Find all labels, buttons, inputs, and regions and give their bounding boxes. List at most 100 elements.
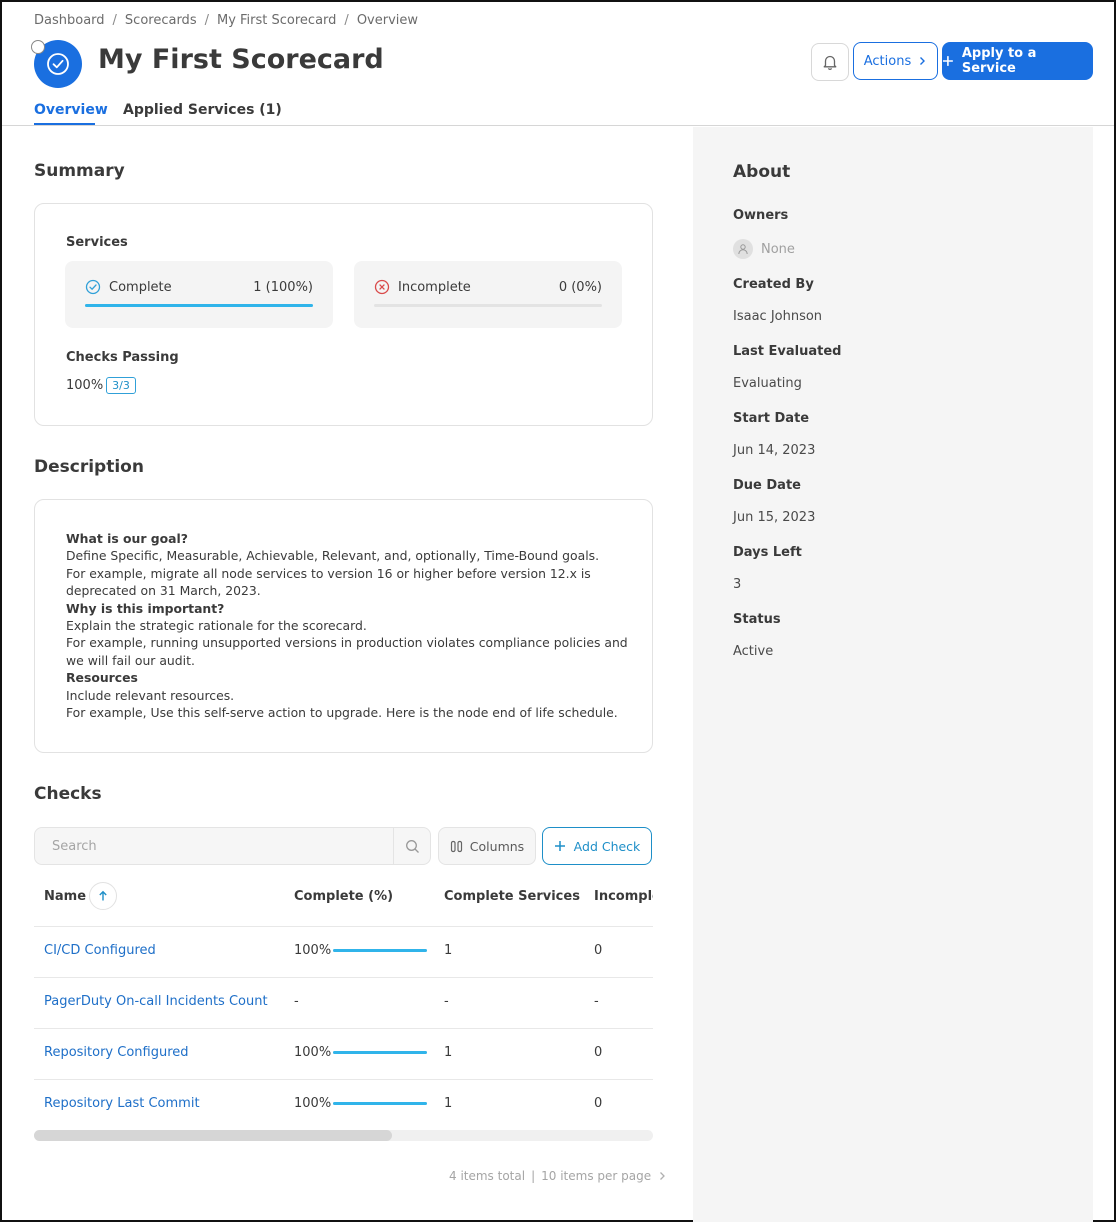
owners-value: None	[733, 239, 795, 259]
complete-services-box[interactable]: Complete 1 (100%)	[65, 261, 333, 328]
why-text-2: For example, running unsupported version…	[66, 635, 628, 668]
complete-pct-cell: 100%	[294, 943, 428, 958]
start-date-label: Start Date	[733, 411, 810, 426]
checks-table: Name Complete (%) Complete Services Inco…	[34, 872, 653, 1128]
horizontal-scrollbar[interactable]	[34, 1130, 653, 1141]
about-sidebar: About Owners None Created By Isaac Johns…	[693, 127, 1093, 1222]
about-title: About	[733, 162, 791, 182]
columns-icon	[450, 840, 462, 852]
breadcrumb-dashboard[interactable]: Dashboard	[34, 13, 105, 28]
owners-none: None	[761, 241, 795, 257]
complete-services-cell: -	[444, 994, 449, 1009]
breadcrumb-separator: /	[112, 13, 117, 28]
due-date-label: Due Date	[733, 478, 801, 493]
complete-pct: 100%	[294, 1045, 332, 1060]
tab-applied-services[interactable]: Applied Services (1)	[123, 102, 282, 118]
breadcrumb-scorecards[interactable]: Scorecards	[125, 13, 197, 28]
incomplete-services-cell: 0	[594, 1045, 603, 1060]
incomplete-services-box[interactable]: Incomplete 0 (0%)	[354, 261, 622, 328]
column-header-complete-services[interactable]: Complete Services	[444, 889, 580, 904]
checks-passing-badge: 3/3	[106, 377, 136, 394]
incomplete-services-cell: 0	[594, 1096, 603, 1111]
check-name-link[interactable]: CI/CD Configured	[44, 943, 156, 958]
created-by-label: Created By	[733, 277, 814, 292]
pagination: 4 items total | 10 items per page	[449, 1169, 667, 1183]
goal-heading: What is our goal?	[66, 531, 188, 546]
table-row[interactable]: PagerDuty On-call Incidents Count - - -	[34, 977, 653, 1028]
complete-label: Complete	[109, 279, 172, 295]
table-row[interactable]: CI/CD Configured 100% 1 0	[34, 926, 653, 977]
column-header-complete-pct[interactable]: Complete (%)	[294, 889, 393, 904]
apply-button-label: Apply to a Service	[961, 46, 1037, 76]
incomplete-services-cell: 0	[594, 943, 603, 958]
pager-divider: |	[531, 1169, 536, 1183]
search-button[interactable]	[393, 828, 431, 864]
plus-icon	[942, 56, 953, 66]
why-text-1: Explain the strategic rationale for the …	[66, 618, 367, 634]
complete-pct-cell: -	[294, 994, 299, 1009]
complete-progress-bar	[85, 304, 313, 307]
actions-button[interactable]: Actions	[853, 42, 938, 80]
breadcrumb-separator: /	[344, 13, 349, 28]
apply-to-service-button[interactable]: Apply to a Service	[942, 42, 1093, 80]
plus-icon	[554, 841, 565, 851]
add-check-button[interactable]: Add Check	[542, 827, 652, 865]
check-circle-icon	[85, 279, 101, 295]
description-body: What is our goal? Define Specific, Measu…	[66, 530, 636, 721]
sort-button[interactable]	[89, 882, 117, 910]
chevron-right-icon	[920, 57, 926, 65]
row-progress-bar	[333, 1102, 428, 1105]
edit-icon-badge[interactable]	[31, 40, 45, 54]
tab-overview[interactable]: Overview	[34, 102, 108, 118]
owners-label: Owners	[733, 208, 789, 223]
resources-text-1: Include relevant resources.	[66, 687, 235, 703]
description-title: Description	[34, 457, 144, 477]
checks-title: Checks	[34, 784, 102, 804]
incomplete-label: Incomplete	[398, 279, 471, 295]
check-name-link[interactable]: Repository Configured	[44, 1045, 189, 1060]
complete-pct-cell: 100%	[294, 1096, 428, 1111]
breadcrumb: Dashboard / Scorecards / My First Scorecard /…	[34, 13, 418, 28]
days-left-label: Days Left	[733, 545, 802, 560]
actions-button-label: Actions	[863, 53, 912, 69]
breadcrumb-separator: /	[204, 13, 209, 28]
items-total: 4 items total	[449, 1169, 526, 1183]
check-name-link[interactable]: Repository Last Commit	[44, 1096, 200, 1111]
columns-button-label: Columns	[469, 838, 525, 854]
column-header-incomplete-services[interactable]: Incomplete Services	[594, 889, 653, 904]
row-progress-bar	[333, 949, 428, 952]
table-row[interactable]: Repository Last Commit 100% 1 0	[34, 1079, 653, 1128]
complete-pct: 100%	[294, 943, 332, 958]
goal-text-1: Define Specific, Measurable, Achievable,…	[66, 548, 600, 564]
why-heading: Why is this important?	[66, 600, 225, 616]
check-name-link[interactable]: PagerDuty On-call Incidents Count	[44, 994, 268, 1009]
items-per-page[interactable]: 10 items per page	[541, 1169, 651, 1183]
days-left-value: 3	[733, 577, 742, 592]
columns-button[interactable]: Columns	[438, 827, 536, 865]
search-icon	[406, 839, 419, 853]
column-header-name[interactable]: Name	[44, 889, 86, 904]
chevron-right-icon[interactable]	[657, 1171, 667, 1181]
breadcrumb-scorecard[interactable]: My First Scorecard	[217, 13, 336, 28]
scrollbar-thumb[interactable]	[34, 1130, 392, 1141]
incomplete-value: 0 (0%)	[558, 279, 602, 295]
description-card: What is our goal? Define Specific, Measu…	[34, 499, 653, 753]
table-row[interactable]: Repository Configured 100% 1 0	[34, 1028, 653, 1079]
due-date-value: Jun 15, 2023	[733, 510, 816, 525]
checks-passing-value: 100% 3/3	[66, 377, 136, 394]
arrow-up-icon	[99, 890, 107, 901]
checks-search	[34, 827, 431, 865]
notification-button[interactable]	[811, 43, 849, 81]
checks-passing-label: Checks Passing	[66, 350, 179, 365]
checks-passing-percent: 100%	[66, 378, 104, 393]
status-value: Active	[733, 644, 774, 659]
last-evaluated-label: Last Evaluated	[733, 344, 842, 359]
summary-title: Summary	[34, 161, 125, 181]
complete-services-cell: 1	[444, 1096, 453, 1111]
resources-heading: Resources	[66, 670, 138, 686]
breadcrumb-current: Overview	[356, 13, 419, 28]
status-label: Status	[733, 612, 781, 627]
bell-icon	[823, 55, 837, 70]
row-progress-bar	[333, 1051, 428, 1054]
search-input[interactable]	[35, 828, 393, 864]
